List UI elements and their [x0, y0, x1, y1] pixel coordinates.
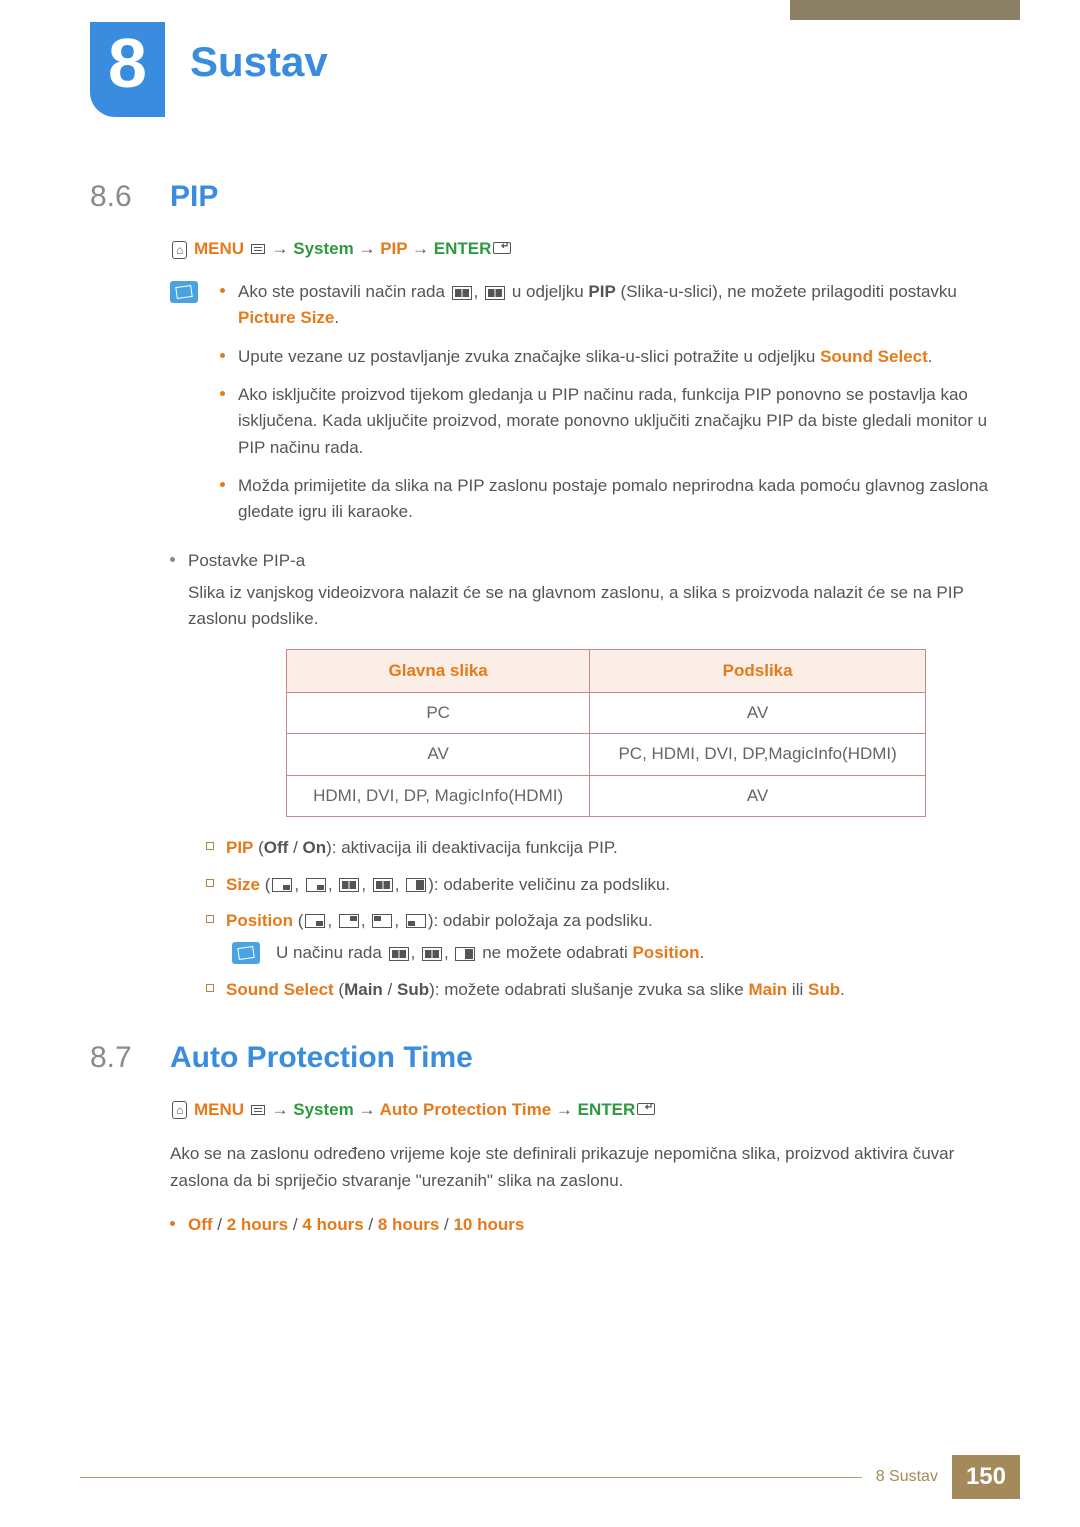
section-header-8-6: 8.6 PIP — [90, 180, 1000, 214]
menu-path-apt: ⌂ MENU → System → Auto Protection Time →… — [170, 1100, 1000, 1120]
note-icon — [232, 942, 260, 964]
path-enter: ENTER — [578, 1100, 636, 1119]
pip-pos-icon — [406, 914, 426, 928]
pip-pos-icon — [305, 914, 325, 928]
arrow-icon: → — [272, 1100, 289, 1119]
arrow-icon: → — [556, 1100, 573, 1119]
path-system: System — [293, 239, 353, 258]
note-item: Upute vezane uz postavljanje zvuka znača… — [220, 344, 1000, 370]
remote-icon: ⌂ — [172, 241, 187, 259]
pip-table: Glavna slika Podslika PCAV AVPC, HDMI, D… — [286, 649, 926, 817]
option-item: Size (, , , , ): odaberite veličinu za p… — [206, 872, 1000, 898]
footer-rule — [80, 1477, 862, 1478]
settings-list: Postavke PIP-a Slika iz vanjskog videoiz… — [170, 548, 1000, 1003]
section-header-8-7: 8.7 Auto Protection Time — [90, 1041, 1000, 1075]
chapter-title: Sustav — [190, 38, 328, 86]
path-pip: PIP — [380, 239, 407, 258]
option-item: Position (, , , ): odabir položaja za po… — [206, 908, 1000, 967]
page-footer: 8 Sustav 150 — [80, 1455, 1020, 1499]
inner-note: U načinu rada , , ne možete odabrati Pos… — [226, 940, 1000, 966]
menu-path-pip: ⌂ MENU → System → PIP → ENTER — [170, 239, 1000, 259]
table-row: HDMI, DVI, DP, MagicInfo(HDMI)AV — [287, 775, 926, 816]
arrow-icon: → — [358, 239, 375, 258]
pip-size-icon — [373, 878, 393, 892]
section-title: Auto Protection Time — [170, 1041, 473, 1075]
enter-icon — [493, 242, 511, 254]
pip-size-icon — [339, 878, 359, 892]
apt-description: Ako se na zaslonu određeno vrijeme koje … — [170, 1140, 1000, 1194]
section-title: PIP — [170, 180, 218, 214]
note-item: Možda primijetite da slika na PIP zaslon… — [220, 473, 1000, 526]
section-number: 8.7 — [90, 1041, 170, 1075]
pip-size-icon — [306, 878, 326, 892]
option-item: Sound Select (Main / Sub): možete odabra… — [206, 977, 1000, 1003]
arrow-icon: → — [412, 239, 429, 258]
table-row: PCAV — [287, 693, 926, 734]
apt-options: Off / 2 hours / 4 hours / 8 hours / 10 h… — [170, 1212, 1000, 1238]
note-item: Ako isključite proizvod tijekom gledanja… — [220, 382, 1000, 461]
option-item: PIP (Off / On): aktivacija ili deaktivac… — [206, 835, 1000, 861]
list-item: Postavke PIP-a Slika iz vanjskog videoiz… — [170, 548, 1000, 1003]
footer-crumb: 8 Sustav — [876, 1468, 938, 1486]
arrow-icon: → — [358, 1100, 375, 1119]
pip-layout-icon — [389, 947, 409, 961]
note-item: Ako ste postavili način rada , u odjeljk… — [220, 279, 1000, 332]
table-header: Podslika — [590, 649, 926, 692]
remote-icon: ⌂ — [172, 1101, 187, 1119]
pip-pos-icon — [339, 914, 359, 928]
chapter-number-tab: 8 — [90, 22, 165, 117]
page-number: 150 — [952, 1455, 1020, 1499]
enter-icon — [637, 1103, 655, 1115]
note-block: Ako ste postavili način rada , u odjeljk… — [170, 279, 1000, 538]
pip-size-icon — [272, 878, 292, 892]
section-number: 8.6 — [90, 180, 170, 214]
pip-layout-icon — [485, 286, 505, 300]
pip-pos-icon — [372, 914, 392, 928]
note-icon — [170, 281, 198, 303]
menu-grid-icon — [251, 244, 265, 254]
arrow-icon: → — [272, 239, 289, 258]
list-item-desc: Slika iz vanjskog videoizvora nalazit će… — [188, 580, 1000, 633]
pip-size-icon — [406, 878, 426, 892]
path-apt: Auto Protection Time — [380, 1100, 552, 1119]
table-header: Glavna slika — [287, 649, 590, 692]
pip-layout-icon — [452, 286, 472, 300]
table-row: AVPC, HDMI, DVI, DP,MagicInfo(HDMI) — [287, 734, 926, 775]
path-system: System — [293, 1100, 353, 1119]
path-menu: MENU — [194, 1100, 244, 1119]
header-accent-strip — [790, 0, 1020, 20]
pip-layout-icon — [455, 947, 475, 961]
pip-layout-icon — [422, 947, 442, 961]
path-enter: ENTER — [434, 239, 492, 258]
path-menu: MENU — [194, 239, 244, 258]
menu-grid-icon — [251, 1105, 265, 1115]
